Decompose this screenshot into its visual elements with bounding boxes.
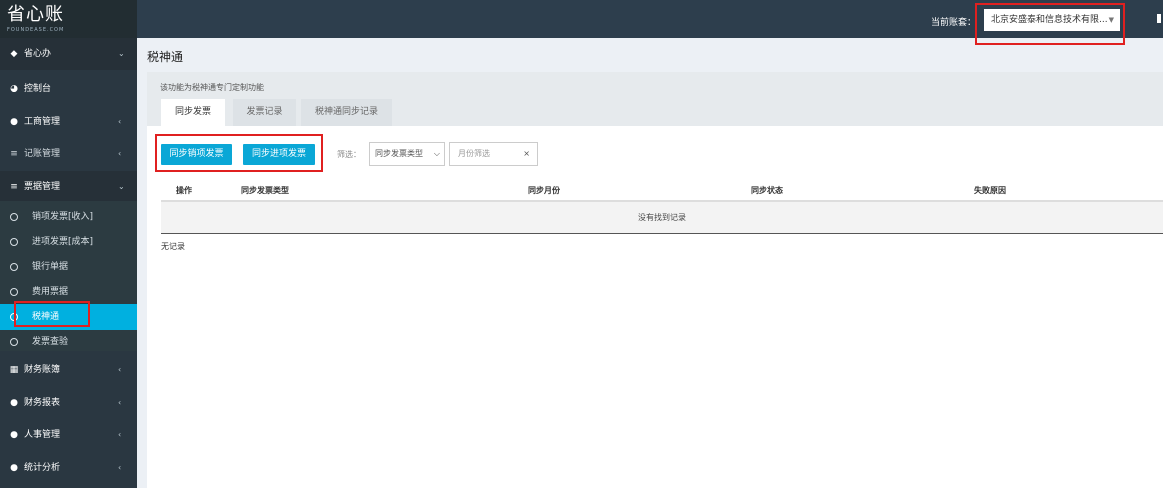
column-header: 同步月份 [528, 186, 560, 195]
sidebar-item-label: 省心办 [24, 49, 52, 59]
chevron-down-icon: ⌄ [118, 49, 125, 58]
column-header: 操作 [176, 186, 192, 195]
tab-sync-records[interactable]: 税神通同步记录 [301, 99, 392, 126]
sidebar-item-label: 记账管理 [24, 149, 61, 159]
diamond-icon: ◆ [10, 49, 18, 59]
column-header: 同步发票类型 [241, 186, 289, 195]
sidebar-item-shengxinban[interactable]: ◆ 省心办 ⌄ [0, 38, 137, 70]
sidebar-item-label: 票据管理 [24, 182, 61, 192]
sidebar-item-reports[interactable]: ● 财务报表 ‹ [0, 387, 137, 419]
sidebar-item-label: 人事管理 [24, 430, 61, 440]
tab-invoice-records[interactable]: 发票记录 [233, 99, 296, 126]
column-header: 失败原因 [974, 186, 1006, 195]
sidebar-subitem-bank-docs[interactable]: 银行单据 [0, 254, 137, 280]
menu-icon[interactable] [1157, 14, 1161, 23]
chevron-left-icon: ‹ [118, 149, 122, 158]
description-panel: 该功能为税神通专门定制功能 [147, 72, 1163, 126]
no-record-note: 无记录 [161, 242, 185, 251]
highlight-box-sidebar [14, 301, 90, 327]
sidebar-subitem-label: 进项发票[成本] [32, 237, 94, 247]
circle-icon [10, 213, 18, 221]
circle-icon [10, 288, 18, 296]
sidebar-item-bills[interactable]: ≡ 票据管理 ⌄ [0, 171, 137, 203]
account-label: 当前账套： [931, 18, 977, 28]
list-icon: ≡ [10, 149, 18, 159]
table-header: 操作 同步发票类型 同步月份 同步状态 失败原因 [161, 180, 1163, 202]
description-text: 该功能为税神通专门定制功能 [160, 83, 264, 92]
tab-sync-invoice[interactable]: 同步发票 [161, 99, 225, 126]
invoice-type-value: 同步发票类型 [375, 149, 423, 158]
invoice-type-select[interactable]: 同步发票类型 ⌵ [369, 142, 445, 166]
circle-icon [10, 263, 18, 271]
sidebar-subitem-purchase-invoice[interactable]: 进项发票[成本] [0, 229, 137, 255]
chevron-left-icon: ‹ [118, 463, 122, 472]
circle-icon [10, 338, 18, 346]
logo[interactable]: 省心账 FOUNDEASE.COM [0, 0, 137, 38]
sidebar-item-bookkeeping[interactable]: ≡ 记账管理 ‹ [0, 138, 137, 170]
sidebar-item-hr[interactable]: ● 人事管理 ‹ [0, 419, 137, 451]
sidebar-item-label: 工商管理 [24, 117, 61, 127]
month-filter-input[interactable]: 月份筛选 × [449, 142, 538, 166]
logo-subtext: FOUNDEASE.COM [7, 27, 65, 33]
sidebar-item-stats[interactable]: ● 统计分析 ‹ [0, 452, 137, 484]
sidebar-item-label: 财务账簿 [24, 365, 61, 375]
dashboard-icon: ◕ [10, 84, 18, 94]
list-icon: ≡ [10, 182, 18, 192]
circle-badge-icon: ● [10, 430, 18, 440]
circle-badge-icon: ● [10, 463, 18, 473]
sidebar-item-label: 控制台 [24, 84, 52, 94]
sidebar-subitem-sales-invoice[interactable]: 销项发票[收入] [0, 204, 137, 230]
sidebar-submenu: 销项发票[收入] 进项发票[成本] 银行单据 费用票据 税神通 发票查验 [0, 201, 137, 351]
chevron-down-icon: ⌵ [433, 149, 440, 158]
filter-label: 筛选： [337, 150, 361, 159]
month-filter-placeholder: 月份筛选 [458, 149, 490, 158]
grid-icon: ▦ [9, 365, 19, 375]
circle-badge-icon: ● [10, 398, 18, 408]
sidebar-item-ledger[interactable]: ▦ 财务账簿 ‹ [0, 354, 137, 386]
chevron-left-icon: ‹ [118, 430, 122, 439]
sidebar-subitem-label: 银行单据 [32, 262, 69, 272]
sidebar-item-label: 统计分析 [24, 463, 61, 473]
chevron-left-icon: ‹ [118, 365, 122, 374]
sidebar-subitem-label: 销项发票[收入] [32, 212, 94, 222]
sidebar-subitem-invoice-check[interactable]: 发票查验 [0, 329, 137, 355]
chevron-down-icon: ⌄ [118, 182, 125, 191]
clear-icon[interactable]: × [523, 143, 530, 165]
column-header: 同步状态 [751, 186, 783, 195]
highlight-box-account [975, 3, 1125, 45]
sidebar-subitem-label: 发票查验 [32, 337, 69, 347]
logo-text: 省心账 [7, 4, 64, 25]
chevron-left-icon: ‹ [118, 398, 122, 407]
sidebar-item-label: 财务报表 [24, 398, 61, 408]
chevron-left-icon: ‹ [118, 117, 122, 126]
empty-message: 没有找到记录 [638, 213, 686, 222]
page-title: 税神通 [147, 50, 184, 64]
circle-badge-icon: ● [10, 117, 18, 127]
sidebar-item-dashboard[interactable]: ◕ 控制台 [0, 73, 137, 105]
circle-icon [10, 238, 18, 246]
sidebar: ◆ 省心办 ⌄ ◕ 控制台 ● 工商管理 ‹ ≡ 记账管理 ‹ ≡ 票据管理 ⌄… [0, 38, 137, 488]
sidebar-item-business[interactable]: ● 工商管理 ‹ [0, 106, 137, 138]
highlight-box-buttons [155, 134, 323, 172]
table-row: 没有找到记录 [161, 202, 1163, 234]
